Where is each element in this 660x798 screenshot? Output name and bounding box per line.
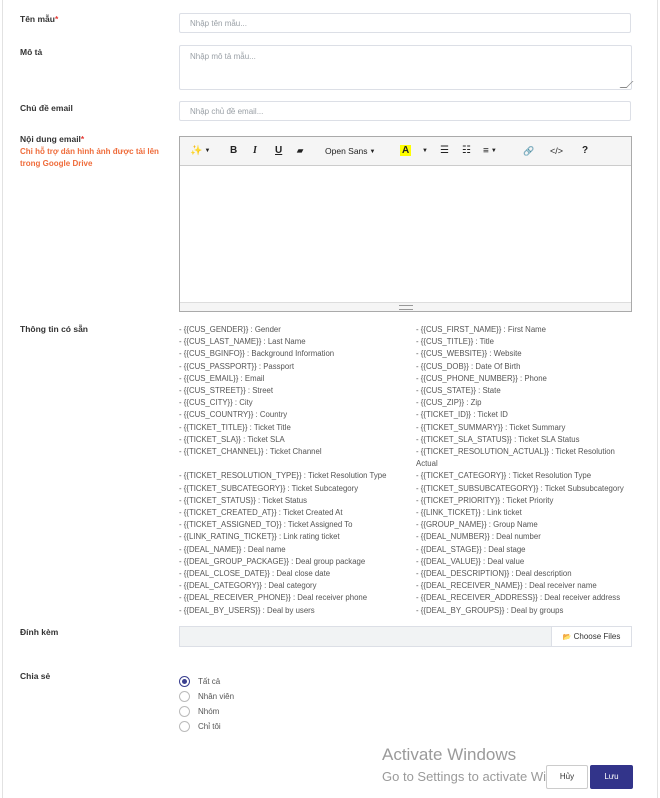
- variable-item: - {{DEAL_VALUE}} : Deal value: [416, 556, 525, 566]
- variable-item: - {{TICKET_STATUS}} : Ticket Status: [179, 495, 307, 505]
- share-option-label: Nhóm: [198, 706, 220, 716]
- share-option-label: Tất cả: [198, 676, 221, 686]
- radio-button[interactable]: [179, 690, 190, 702]
- editor-content-area[interactable]: [180, 165, 631, 303]
- variable-item: - {{TICKET_CREATED_AT}} : Ticket Created…: [179, 508, 343, 518]
- text-color-caret-icon[interactable]: ▼: [420, 145, 428, 158]
- variable-item: - {{CUS_LAST_NAME}} : Last Name: [179, 337, 306, 347]
- variable-item: - {{TICKET_PRIORITY}} : Ticket Priority: [416, 495, 554, 505]
- variable-item: - {{DEAL_RECEIVER_ADDRESS}} : Deal recei…: [416, 593, 621, 603]
- variable-item: - {{CUS_TITLE}} : Title: [416, 337, 495, 347]
- variable-item: - {{TICKET_RESOLUTION_TYPE}} : Ticket Re…: [179, 471, 387, 481]
- variable-item: - {{DEAL_GROUP_PACKAGE}} : Deal group pa…: [179, 556, 366, 566]
- code-view-icon[interactable]: </>: [550, 145, 563, 157]
- description-label: Mô tả: [20, 47, 43, 57]
- variable-item: - {{CUS_PHONE_NUMBER}} : Phone: [416, 373, 547, 383]
- content-hint: Chỉ hỗ trợ dán hình ảnh được tải lên tro…: [20, 147, 159, 168]
- align-select[interactable]: ≡ ▼: [483, 145, 497, 158]
- variable-item: - {{DEAL_CLOSE_DATE}} : Deal close date: [179, 569, 331, 579]
- share-option[interactable]: Tất cả: [179, 674, 220, 688]
- share-option[interactable]: Chỉ tôi: [179, 719, 221, 733]
- variable-item: - {{TICKET_SUBCATEGORY}} : Ticket Subcat…: [179, 483, 359, 493]
- link-icon[interactable]: 🔗: [523, 145, 534, 157]
- variable-item: - {{TICKET_CHANNEL}} : Ticket Channel: [179, 447, 322, 457]
- template-name-label: Tên mẫu*: [20, 14, 59, 24]
- choose-files-button[interactable]: 📂 Choose Files: [551, 627, 631, 646]
- variable-item: - {{DEAL_STAGE}} : Deal stage: [416, 544, 526, 554]
- variable-item: - {{CUS_STREET}} : Street: [179, 386, 274, 396]
- variables-list-right: - {{CUS_FIRST_NAME}} : First Name - {{CUS…: [416, 324, 626, 617]
- folder-icon: 📂: [562, 634, 572, 641]
- share-option-label: Nhân viên: [198, 691, 235, 701]
- share-option-label: Chỉ tôi: [198, 721, 221, 731]
- share-option[interactable]: Nhân viên: [179, 689, 234, 703]
- unordered-list-icon[interactable]: ☰: [440, 145, 449, 157]
- variable-item: - {{DEAL_NUMBER}} : Deal number: [416, 532, 541, 542]
- variable-item: - {{CUS_FIRST_NAME}} : First Name: [416, 325, 546, 334]
- ordered-list-icon[interactable]: ☷: [462, 145, 471, 157]
- description-wrap: [179, 45, 634, 90]
- subject-label: Chủ đề email: [20, 103, 73, 113]
- file-input[interactable]: 📂 Choose Files: [179, 626, 632, 647]
- description-input[interactable]: [179, 45, 632, 90]
- italic-button[interactable]: I: [253, 145, 257, 157]
- help-icon[interactable]: ?: [582, 145, 588, 157]
- subject-input[interactable]: [179, 101, 631, 121]
- variable-item: - {{GROUP_NAME}} : Group Name: [416, 520, 538, 530]
- bold-button[interactable]: B: [230, 145, 237, 157]
- magic-wand-icon[interactable]: ✨ ▼: [190, 145, 210, 158]
- variable-item: - {{CUS_ZIP}} : Zip: [416, 398, 482, 408]
- variable-item: - {{DEAL_RECEIVER_NAME}} : Deal receiver…: [416, 581, 597, 591]
- variable-item: - {{DEAL_BY_GROUPS}} : Deal by groups: [416, 605, 564, 615]
- variable-item: - {{TICKET_SUBSUBCATEGORY}} : Ticket Sub…: [416, 483, 624, 493]
- variable-item: - {{CUS_EMAIL}} : Email: [179, 373, 265, 383]
- attachment-label: Đính kèm: [20, 627, 59, 637]
- share-label: Chia sẻ: [20, 671, 51, 681]
- variable-item: - {{DEAL_BY_USERS}} : Deal by users: [179, 605, 315, 615]
- variable-item: - {{TICKET_ID}} : Ticket ID: [416, 410, 508, 420]
- variables-label: Thông tin có sẵn: [20, 324, 88, 334]
- radio-button[interactable]: [179, 675, 190, 687]
- cancel-button[interactable]: Hủy: [546, 765, 588, 789]
- variable-item: - {{TICKET_SUMMARY}} : Ticket Summary: [416, 422, 566, 432]
- save-button[interactable]: Lưu: [590, 765, 633, 789]
- font-family-select[interactable]: Open Sans ▼: [325, 145, 375, 158]
- text-color-button[interactable]: A: [400, 145, 412, 157]
- variables-list-left: - {{CUS_GENDER}} : Gender - {{CUS_LAST_NA…: [179, 324, 389, 617]
- variable-item: - {{LINK_TICKET}} : Link ticket: [416, 508, 522, 518]
- editor-resize-handle[interactable]: [180, 302, 631, 311]
- variable-item: - {{CUS_STATE}} : State: [416, 386, 501, 396]
- underline-button[interactable]: U: [275, 145, 282, 157]
- variable-item: - {{TICKET_SLA_STATUS}} : Ticket SLA Sta…: [416, 434, 580, 444]
- share-option[interactable]: Nhóm: [179, 704, 219, 718]
- variable-item: - {{TICKET_ASSIGNED_TO}} : Ticket Assign…: [179, 520, 353, 530]
- variable-item: - {{TICKET_SLA}} : Ticket SLA: [179, 434, 285, 444]
- radio-button[interactable]: [179, 720, 190, 732]
- variable-item: - {{CUS_DOB}} : Date Of Birth: [416, 361, 521, 371]
- variable-item: - {{CUS_COUNTRY}} : Country: [179, 410, 288, 420]
- variable-item: - {{TICKET_TITLE}} : Ticket Title: [179, 422, 291, 432]
- variable-item: - {{DEAL_RECEIVER_PHONE}} : Deal receive…: [179, 593, 368, 603]
- variable-item: - {{CUS_CITY}} : City: [179, 398, 253, 408]
- variable-item: - {{CUS_GENDER}} : Gender: [179, 325, 281, 334]
- content-label: Nội dung email*: [20, 134, 85, 144]
- variable-item: - {{DEAL_NAME}} : Deal name: [179, 544, 286, 554]
- eraser-icon[interactable]: ▰: [297, 145, 303, 157]
- rich-text-editor: ✨ ▼ B I U ▰ Open Sans ▼ A ▼ ☰ ☷ ≡ ▼ 🔗 </> ?: [179, 136, 632, 312]
- variable-item: - {{CUS_WEBSITE}} : Website: [416, 349, 522, 359]
- template-name-input[interactable]: [179, 13, 631, 33]
- radio-button[interactable]: [179, 705, 190, 717]
- editor-toolbar: ✨ ▼ B I U ▰ Open Sans ▼ A ▼ ☰ ☷ ≡ ▼ 🔗 </> ?: [180, 137, 631, 166]
- variable-item: [179, 458, 389, 470]
- variable-item: - {{DEAL_CATEGORY}} : Deal category: [179, 581, 317, 591]
- variable-item: - {{CUS_BGINFO}} : Background Informatio…: [179, 349, 335, 359]
- variable-item: - {{CUS_PASSPORT}} : Passport: [179, 361, 294, 371]
- variable-item: - {{TICKET_RESOLUTION_ACTUAL}} : Ticket …: [416, 447, 615, 469]
- variable-item: - {{LINK_RATING_TICKET}} : Link rating t…: [179, 532, 340, 542]
- variable-item: - {{DEAL_DESCRIPTION}} : Deal descriptio…: [416, 569, 572, 579]
- variable-item: - {{TICKET_CATEGORY}} : Ticket Resolutio…: [416, 471, 592, 481]
- activate-windows-title: Activate Windows: [382, 745, 517, 764]
